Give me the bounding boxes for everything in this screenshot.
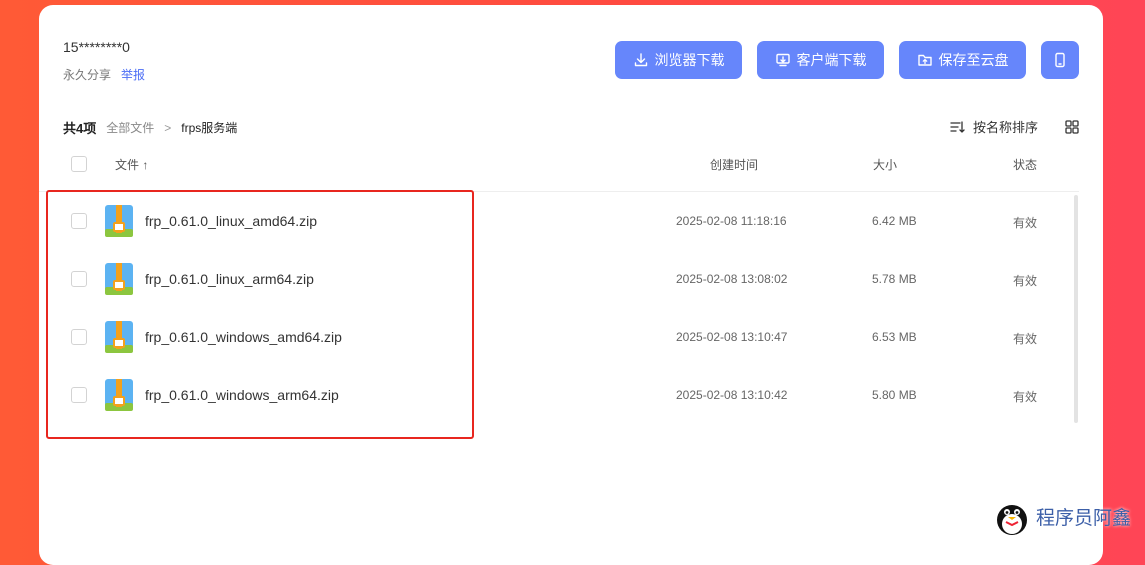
browser-download-button[interactable]: 浏览器下载: [615, 41, 742, 79]
watermark: 程序员阿鑫: [992, 496, 1131, 536]
client-download-label: 客户端下载: [796, 52, 867, 68]
file-status: 有效: [1013, 390, 1038, 404]
file-status: 有效: [1013, 274, 1038, 288]
breadcrumb-root[interactable]: 全部文件: [106, 119, 154, 136]
report-link[interactable]: 举报: [121, 68, 145, 82]
file-size: 5.80 MB: [872, 388, 917, 402]
file-date: 2025-02-08 13:10:47: [676, 330, 788, 344]
vertical-scrollbar[interactable]: [1074, 195, 1078, 423]
grid-view-icon[interactable]: [1064, 119, 1080, 135]
browser-download-label: 浏览器下载: [654, 52, 725, 68]
mobile-view-button[interactable]: [1041, 41, 1079, 79]
file-size: 6.42 MB: [872, 214, 917, 228]
table-header: 文件 ↑ 创建时间 大小 状态: [39, 145, 1079, 192]
item-count: 共4项: [63, 121, 97, 136]
save-to-cloud-label: 保存至云盘: [938, 52, 1009, 68]
select-all-checkbox[interactable]: [71, 156, 87, 172]
header-created: 创建时间: [710, 158, 759, 172]
phone-icon: [1055, 52, 1065, 68]
file-date: 2025-02-08 13:08:02: [676, 272, 788, 286]
highlight-box: [46, 190, 474, 439]
share-validity: 永久分享: [63, 68, 112, 82]
breadcrumb-current: frps服务端: [181, 121, 238, 135]
header-status: 状态: [1013, 158, 1038, 172]
folder-upload-icon: [917, 54, 932, 66]
header-size: 大小: [873, 158, 898, 172]
save-to-cloud-button[interactable]: 保存至云盘: [899, 41, 1026, 79]
file-size: 6.53 MB: [872, 330, 917, 344]
sort-label: 按名称排序: [973, 120, 1039, 135]
client-icon: [775, 53, 790, 67]
sort-icon: [950, 120, 965, 133]
download-icon: [634, 53, 647, 67]
sort-by-name-button[interactable]: 按名称排序: [949, 117, 1038, 136]
file-status: 有效: [1013, 216, 1038, 230]
client-download-button[interactable]: 客户端下载: [757, 41, 884, 79]
penguin-icon: [997, 505, 1027, 535]
file-status: 有效: [1013, 332, 1038, 346]
file-date: 2025-02-08 11:18:16: [676, 214, 787, 228]
breadcrumb-separator: >: [164, 120, 172, 135]
breadcrumb: 共4项 全部文件 > frps服务端: [63, 118, 237, 137]
file-size: 5.78 MB: [872, 272, 917, 286]
watermark-text: 程序员阿鑫: [1036, 506, 1132, 529]
share-meta: 永久分享 举报: [63, 66, 145, 83]
file-date: 2025-02-08 13:10:42: [676, 388, 788, 402]
header-file[interactable]: 文件 ↑: [115, 156, 148, 173]
share-code: 15********0: [63, 39, 130, 55]
